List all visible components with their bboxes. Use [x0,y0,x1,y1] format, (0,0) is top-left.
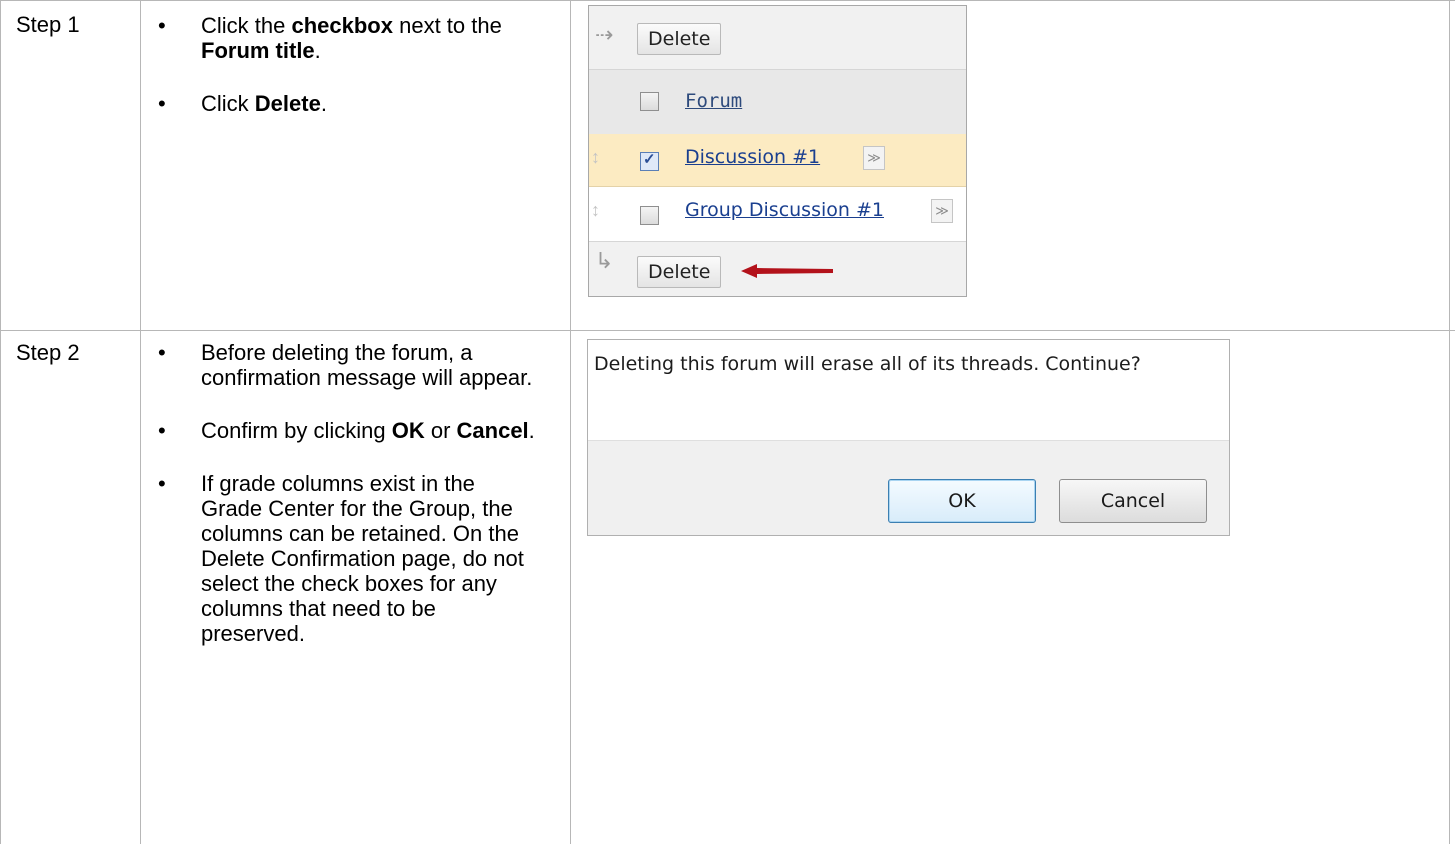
action-bar-arrow-icon: ↳ [595,248,614,273]
ok-button[interactable]: OK [888,479,1036,523]
drag-handle-icon[interactable]: ↕ [591,147,600,168]
row-checkbox[interactable]: ✓ [640,151,659,171]
action-bar-arrow-icon: ⇢ [595,22,614,47]
drag-handle-icon[interactable]: ↕ [591,200,600,221]
forum-table-header: Forum [589,69,966,135]
row-checkbox[interactable] [640,206,659,225]
chevron-down-icon[interactable]: ≫ [931,199,953,223]
action-bar-top: ⇢ Delete [589,6,966,69]
forum-title-link[interactable]: Discussion #1 [685,146,820,168]
table-row-divider [0,330,1455,331]
list-item: • Confirm by clicking OK or Cancel. [158,418,535,443]
confirm-dialog-screenshot: Deleting this forum will erase all of it… [587,339,1230,536]
table-row: ↕ ✓ Discussion #1 ≫ [589,134,966,187]
forum-column-header[interactable]: Forum [685,90,742,112]
step-1-label: Step 1 [16,12,80,37]
forum-list-screenshot: ⇢ Delete Forum ↕ ✓ Discussion #1 ≫ ↕ Gro… [588,5,967,297]
delete-button-top[interactable]: Delete [637,23,722,55]
list-item: • Before deleting the forum, a confirmati… [158,340,533,390]
bullet-icon: • [158,471,166,496]
table-top-border [0,0,1455,1]
delete-button-bottom[interactable]: Delete [637,256,722,288]
table-row: ↕ Group Discussion #1 ≫ [589,187,966,241]
forum-title-link[interactable]: Group Discussion #1 [685,199,884,221]
step-2-instructions: • Before deleting the forum, a confirmati… [158,340,538,646]
table-column-divider [140,0,141,844]
bullet-icon: • [158,418,166,443]
table-column-divider [570,0,571,844]
table-left-border [0,0,1,844]
dialog-button-bar: OK Cancel [588,440,1229,535]
step-2-label: Step 2 [16,340,80,365]
bullet-icon: • [158,13,166,38]
confirm-message: Deleting this forum will erase all of it… [594,353,1141,375]
bullet-icon: • [158,340,166,365]
step-1-instructions: • Click the checkbox next to the Forum ti… [158,13,558,116]
check-icon: ✓ [643,151,656,168]
chevron-down-icon[interactable]: ≫ [863,146,885,170]
bullet-icon: • [158,91,166,116]
list-item: • Click the checkbox next to the Forum ti… [158,13,502,63]
cancel-button[interactable]: Cancel [1059,479,1207,523]
list-item: • Click Delete. [158,91,327,116]
list-item: • If grade columns exist in the Grade Cen… [158,471,524,646]
select-all-checkbox[interactable] [640,92,659,111]
table-right-border [1449,330,1450,844]
pointer-arrow-icon [741,264,833,278]
table-right-border [1449,0,1450,330]
